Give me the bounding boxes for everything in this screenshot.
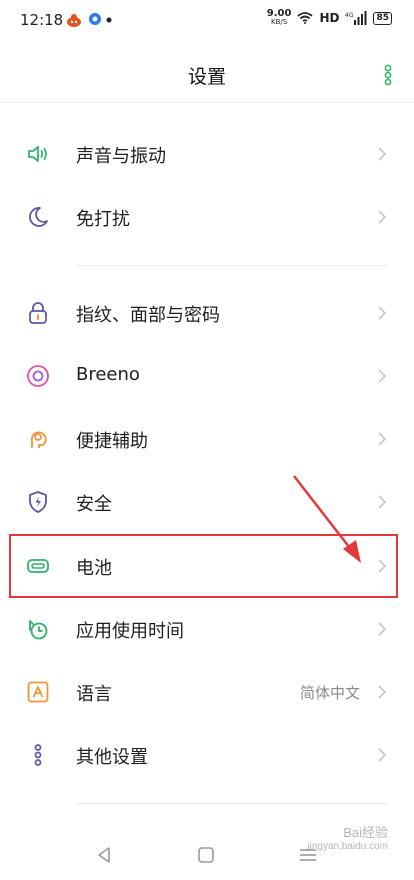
header-divider xyxy=(0,102,414,103)
settings-screen: 12:18 9.00 KB/S HD 4G 85 设置 声音与振动 免打扰 指纹… xyxy=(0,0,414,880)
settings-item-label: 其他设置 xyxy=(76,747,148,768)
settings-item-sound-vibration[interactable]: 声音与振动 xyxy=(0,123,414,185)
settings-item-label: 语言 xyxy=(76,684,112,705)
more-settings-icon xyxy=(34,744,42,766)
assist-hand-icon xyxy=(30,431,47,448)
settings-item-label: Breeno xyxy=(76,364,140,385)
cellular-signal-icon: 4G xyxy=(345,11,367,25)
chevron-right-icon xyxy=(378,432,387,446)
chevron-right-icon xyxy=(378,495,387,509)
watermark-url: jingyan.baidu.com xyxy=(307,841,388,852)
watermark-suffix: 经验 xyxy=(361,825,388,840)
more-menu-icon[interactable] xyxy=(384,64,392,86)
settings-item-do-not-disturb[interactable]: 免打扰 xyxy=(0,186,414,248)
status-time: 12:18 xyxy=(20,11,64,29)
more-notifications-dot-icon xyxy=(106,17,112,23)
home-icon[interactable] xyxy=(195,844,217,866)
network-speed: 9.00 KB/S xyxy=(266,8,292,27)
back-icon[interactable] xyxy=(93,844,115,866)
settings-item-label: 应用使用时间 xyxy=(76,621,184,642)
app-notification-icon xyxy=(67,14,81,27)
chevron-right-icon xyxy=(378,210,387,224)
notification-dot-icon xyxy=(89,13,101,25)
status-bar: 12:18 9.00 KB/S HD 4G 85 xyxy=(0,0,414,40)
chevron-right-icon xyxy=(378,306,387,320)
settings-item-label: 安全 xyxy=(76,494,112,515)
chevron-right-icon xyxy=(378,622,387,636)
speaker-vibrate-icon xyxy=(28,146,47,162)
breeno-icon xyxy=(27,365,49,387)
net-speed-unit: KB/S xyxy=(271,18,288,26)
shield-icon xyxy=(29,491,47,513)
language-icon xyxy=(27,681,49,703)
hd-indicator: HD xyxy=(319,11,340,25)
settings-item-label: 声音与振动 xyxy=(76,146,166,167)
page-title: 设置 xyxy=(187,66,226,88)
annotation-highlight-box xyxy=(9,534,398,598)
svg-text:4G: 4G xyxy=(345,12,354,19)
settings-item-label: 便捷辅助 xyxy=(76,431,148,452)
settings-item-security[interactable]: 安全 xyxy=(0,471,414,533)
status-indicators: 9.00 KB/S HD 4G 85 xyxy=(266,8,392,27)
settings-item-language[interactable]: 语言 简体中文 xyxy=(0,661,414,723)
settings-item-breeno[interactable]: Breeno xyxy=(0,345,414,407)
moon-icon xyxy=(29,207,48,227)
chevron-right-icon xyxy=(378,748,387,762)
watermark-brand: Bai xyxy=(343,825,362,840)
settings-item-convenience-assist[interactable]: 便捷辅助 xyxy=(0,408,414,470)
settings-item-app-usage-time[interactable]: 应用使用时间 xyxy=(0,598,414,660)
lock-icon xyxy=(29,302,47,324)
chevron-right-icon xyxy=(378,147,387,161)
settings-item-label: 指纹、面部与密码 xyxy=(76,305,220,326)
settings-item-other-settings[interactable]: 其他设置 xyxy=(0,724,414,786)
settings-item-fingerprint-face-password[interactable]: 指纹、面部与密码 xyxy=(0,282,414,344)
wifi-icon xyxy=(297,12,314,24)
battery-status: 85 xyxy=(373,11,392,25)
alarm-clock-icon xyxy=(29,620,48,640)
settings-item-label: 免打扰 xyxy=(76,209,130,230)
language-value: 简体中文 xyxy=(299,684,360,702)
section-divider xyxy=(76,803,388,804)
net-speed-value: 9.00 xyxy=(266,8,292,19)
header: 设置 xyxy=(0,40,414,102)
chevron-right-icon xyxy=(378,685,387,699)
chevron-right-icon xyxy=(378,369,387,383)
watermark: Bai经验 jingyan.baidu.com xyxy=(307,826,388,854)
section-divider xyxy=(76,265,388,266)
